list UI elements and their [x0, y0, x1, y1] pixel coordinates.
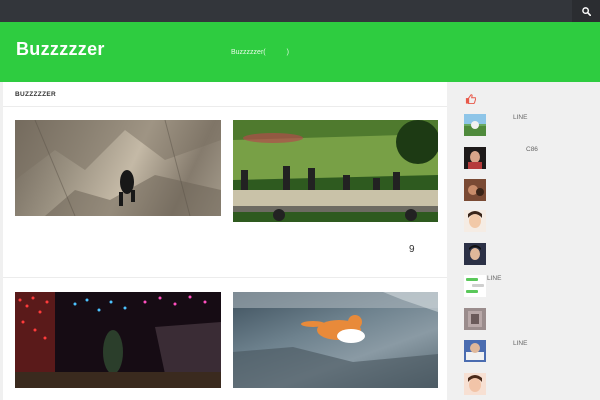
top-bar [0, 0, 600, 22]
sidebar-thumbnail[interactable] [464, 373, 486, 395]
sidebar-thumbnail[interactable] [464, 243, 486, 265]
post-thumbnail[interactable] [233, 120, 438, 222]
sidebar-item-label[interactable]: LINE [513, 114, 527, 121]
sidebar-item-label[interactable]: C86 [526, 146, 538, 153]
post-thumbnail[interactable] [15, 292, 221, 388]
sidebar-thumbnail[interactable] [464, 340, 486, 362]
sidebar-thumbnail[interactable] [464, 179, 486, 201]
search-button[interactable] [572, 0, 600, 22]
site-header: Buzzzzzer Buzzzzzer( ) [0, 22, 600, 82]
search-icon [581, 6, 591, 16]
post-thumbnail[interactable] [233, 292, 438, 388]
site-tagline: Buzzzzzer( ) [231, 49, 289, 56]
sidebar-thumbnail[interactable] [464, 147, 486, 169]
section-title: BUZZZZZER [15, 91, 56, 98]
section-divider [3, 106, 447, 107]
row-divider [3, 277, 447, 278]
thumbs-up-icon [465, 94, 476, 104]
main-content: BUZZZZZER 9 [3, 82, 447, 400]
sidebar-thumbnail[interactable] [464, 275, 486, 297]
sidebar-thumbnail[interactable] [464, 114, 486, 136]
sidebar-item-label[interactable]: LINE [513, 340, 527, 347]
sidebar: LINE C86 LINE LINE [451, 82, 600, 400]
sidebar-thumbnail[interactable] [464, 210, 486, 232]
sidebar-thumbnail[interactable] [464, 308, 486, 330]
sidebar-item-label[interactable]: LINE [487, 275, 501, 282]
post-thumbnail[interactable] [15, 120, 221, 216]
site-title[interactable]: Buzzzzzer [16, 39, 105, 60]
post-count: 9 [409, 244, 415, 255]
